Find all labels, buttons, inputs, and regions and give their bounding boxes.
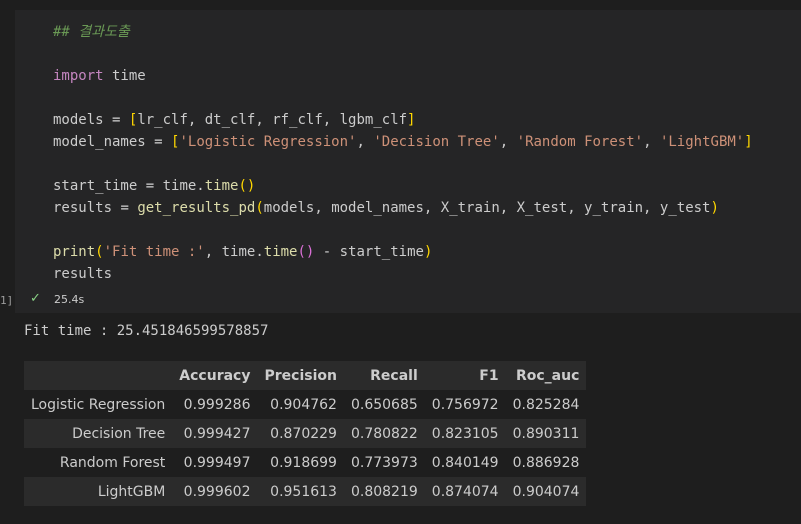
column-header: Accuracy bbox=[172, 361, 258, 390]
code-token: 'Fit time :' bbox=[103, 244, 205, 260]
code-line[interactable]: print('Fit time :', time.time() - start_… bbox=[53, 241, 753, 263]
execution-status: ✓ 25.4s bbox=[30, 292, 84, 306]
code-line[interactable]: results = get_results_pd(models, model_n… bbox=[53, 197, 753, 219]
column-header: Roc_auc bbox=[505, 361, 587, 390]
table-cell: 0.886928 bbox=[512, 454, 580, 471]
table-row: Decision Tree 0.999427 0.870229 0.780822 0.8… bbox=[24, 419, 587, 448]
table-cell: 0.904074 bbox=[512, 483, 580, 500]
table-cell: 0.808219 bbox=[350, 483, 418, 500]
code-token: = bbox=[145, 178, 155, 194]
code-line[interactable] bbox=[53, 87, 753, 109]
code-token: ] bbox=[407, 112, 416, 128]
table-cell: 0.918699 bbox=[270, 454, 337, 471]
code-token: , bbox=[643, 134, 660, 150]
column-header bbox=[24, 361, 173, 390]
code-token: ] bbox=[744, 134, 753, 150]
code-line[interactable] bbox=[53, 153, 753, 175]
code-token: = bbox=[120, 200, 129, 216]
code-token: , time. bbox=[204, 244, 264, 260]
table-row: LightGBM 0.999602 0.951613 0.808219 0.874074… bbox=[24, 477, 587, 506]
code-token: model_names bbox=[53, 134, 155, 150]
code-token: time bbox=[204, 178, 239, 194]
code-token: results bbox=[53, 200, 121, 216]
code-line[interactable]: model_names = ['Logistic Regression', 'D… bbox=[53, 131, 753, 153]
code-token: , bbox=[499, 134, 517, 150]
table-header-row: Accuracy Precision Recall F1 Roc_auc bbox=[24, 361, 587, 390]
results-table: Accuracy Precision Recall F1 Roc_auc Logisti… bbox=[24, 361, 587, 506]
code-line[interactable] bbox=[53, 219, 753, 241]
code-token: () bbox=[238, 178, 256, 194]
code-line[interactable]: import time bbox=[53, 65, 753, 87]
code-token: = bbox=[154, 134, 163, 150]
execution-time: 25.4s bbox=[54, 292, 85, 306]
table-cell: 0.650685 bbox=[350, 396, 418, 413]
code-token: 'LightGBM' bbox=[659, 134, 745, 150]
table-cell: 0.825284 bbox=[512, 396, 580, 413]
table-cell: 0.823105 bbox=[431, 425, 499, 442]
execution-count: 1] bbox=[0, 294, 14, 307]
table-cell: 0.773973 bbox=[350, 454, 418, 471]
row-label: Random Forest bbox=[59, 454, 166, 471]
code-line[interactable]: start_time = time.time() bbox=[53, 175, 753, 197]
code-line[interactable]: models = [lr_clf, dt_clf, rf_clf, lgbm_c… bbox=[53, 109, 753, 131]
code-token: print bbox=[53, 244, 96, 260]
code-token: get_results_pd bbox=[137, 200, 256, 216]
code-token: lr_clf, dt_clf, rf_clf, lgbm_clf bbox=[137, 112, 408, 128]
code-token: ## 결과도출 bbox=[53, 24, 130, 40]
table-cell: 0.999497 bbox=[183, 454, 251, 471]
table-cell: 0.904762 bbox=[270, 396, 337, 413]
code-line[interactable] bbox=[53, 43, 753, 65]
table-cell: 0.874074 bbox=[431, 483, 499, 500]
code-token: ( bbox=[95, 244, 104, 260]
column-header: Recall bbox=[343, 361, 425, 390]
fit-time-output: Fit time : 25.451846599578857 bbox=[24, 323, 269, 339]
code-token: - bbox=[322, 244, 332, 260]
code-token: ) bbox=[423, 244, 433, 260]
row-label: Logistic Regression bbox=[31, 396, 166, 413]
code-token: results bbox=[53, 266, 113, 282]
row-label: Decision Tree bbox=[72, 425, 166, 442]
table-cell: 0.890311 bbox=[512, 425, 580, 442]
table-cell: 0.951613 bbox=[270, 483, 337, 500]
code-token: import bbox=[53, 68, 104, 84]
table-cell: 0.840149 bbox=[431, 454, 499, 471]
table-cell: 0.999427 bbox=[183, 425, 251, 442]
row-label: LightGBM bbox=[97, 483, 166, 500]
column-header: F1 bbox=[424, 361, 506, 390]
code-token: start_time bbox=[331, 244, 424, 260]
code-token: 'Decision Tree' bbox=[373, 134, 500, 150]
code-token: time bbox=[263, 244, 298, 260]
cell-output: Fit time : 25.451846599578857 Accuracy Pr… bbox=[0, 313, 801, 524]
code-line[interactable]: results bbox=[53, 263, 753, 285]
table-row: Random Forest 0.999497 0.918699 0.773973 0.8… bbox=[24, 448, 587, 477]
table-cell: 0.999602 bbox=[183, 483, 251, 500]
code-token: 'Random Forest' bbox=[516, 134, 644, 150]
table-cell: 0.780822 bbox=[350, 425, 418, 442]
code-token: time bbox=[103, 68, 146, 84]
code-token: models, model_names, X_train, X_test, y_… bbox=[263, 200, 711, 216]
code-token: , bbox=[356, 134, 374, 150]
code-token: () bbox=[297, 244, 315, 260]
code-token: ) bbox=[710, 200, 719, 216]
code-token: time. bbox=[154, 178, 205, 194]
column-header: Precision bbox=[257, 361, 344, 390]
table-cell: 0.999286 bbox=[183, 396, 251, 413]
table-cell: 0.870229 bbox=[270, 425, 337, 442]
code-editor[interactable]: ## 결과도출 import time models = [lr_clf, dt_c… bbox=[53, 21, 753, 285]
table-cell: 0.756972 bbox=[431, 396, 499, 413]
code-token: models bbox=[53, 112, 113, 128]
check-icon: ✓ bbox=[30, 291, 41, 306]
code-token: start_time bbox=[53, 178, 146, 194]
code-token: 'Logistic Regression' bbox=[179, 134, 357, 150]
table-row: Logistic Regression 0.999286 0.904762 0.650… bbox=[24, 390, 587, 419]
code-token: ( bbox=[255, 200, 264, 216]
code-line[interactable]: ## 결과도출 bbox=[53, 21, 753, 43]
